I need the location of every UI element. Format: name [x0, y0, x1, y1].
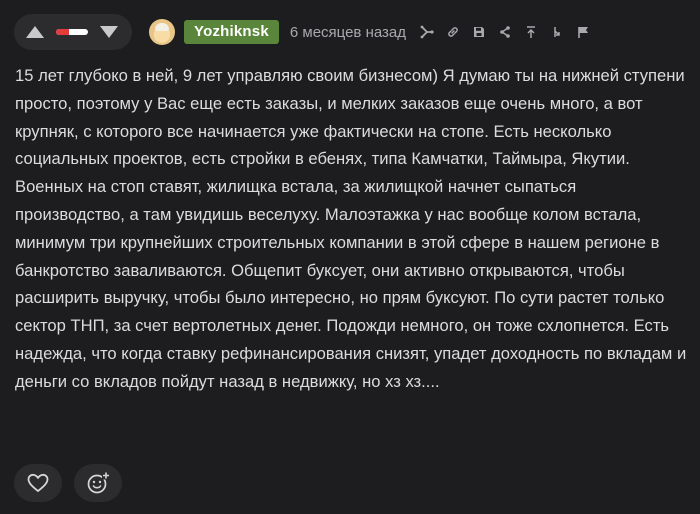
add-emoji-icon	[87, 471, 110, 494]
comment: Yozhiknsk 6 месяцев назад 15 лет глубоко…	[0, 0, 700, 514]
branch-icon	[420, 25, 434, 39]
comment-header: Yozhiknsk 6 месяцев назад	[14, 14, 592, 50]
arrow-down-icon	[100, 26, 118, 38]
downvote-button[interactable]	[98, 21, 120, 43]
share-button[interactable]	[496, 23, 514, 41]
link-icon	[448, 27, 458, 37]
share-icon	[500, 26, 510, 38]
branch-button[interactable]	[418, 23, 436, 41]
vote-control	[14, 14, 132, 50]
arrow-up-icon	[26, 26, 44, 38]
link-button[interactable]	[444, 23, 462, 41]
reaction-button[interactable]	[74, 464, 122, 502]
parent-comment-icon	[554, 27, 560, 37]
parent-comment-button[interactable]	[548, 23, 566, 41]
upvote-button[interactable]	[24, 21, 46, 43]
username-badge[interactable]: Yozhiknsk	[184, 20, 279, 44]
heart-icon	[27, 473, 49, 493]
rating-bar-negative	[56, 29, 69, 35]
comment-tools	[418, 23, 592, 41]
avatar[interactable]	[149, 19, 175, 45]
save-icon	[474, 27, 484, 37]
like-button[interactable]	[14, 464, 62, 502]
comment-footer	[14, 464, 122, 502]
scroll-top-icon	[527, 26, 535, 38]
rating-bar	[56, 29, 88, 35]
comment-time[interactable]: 6 месяцев назад	[290, 24, 406, 41]
report-flag-icon	[578, 27, 588, 38]
save-button[interactable]	[470, 23, 488, 41]
report-button[interactable]	[574, 23, 592, 41]
comment-text: 15 лет глубоко в ней, 9 лет управляю сво…	[15, 66, 687, 391]
scroll-top-button[interactable]	[522, 23, 540, 41]
